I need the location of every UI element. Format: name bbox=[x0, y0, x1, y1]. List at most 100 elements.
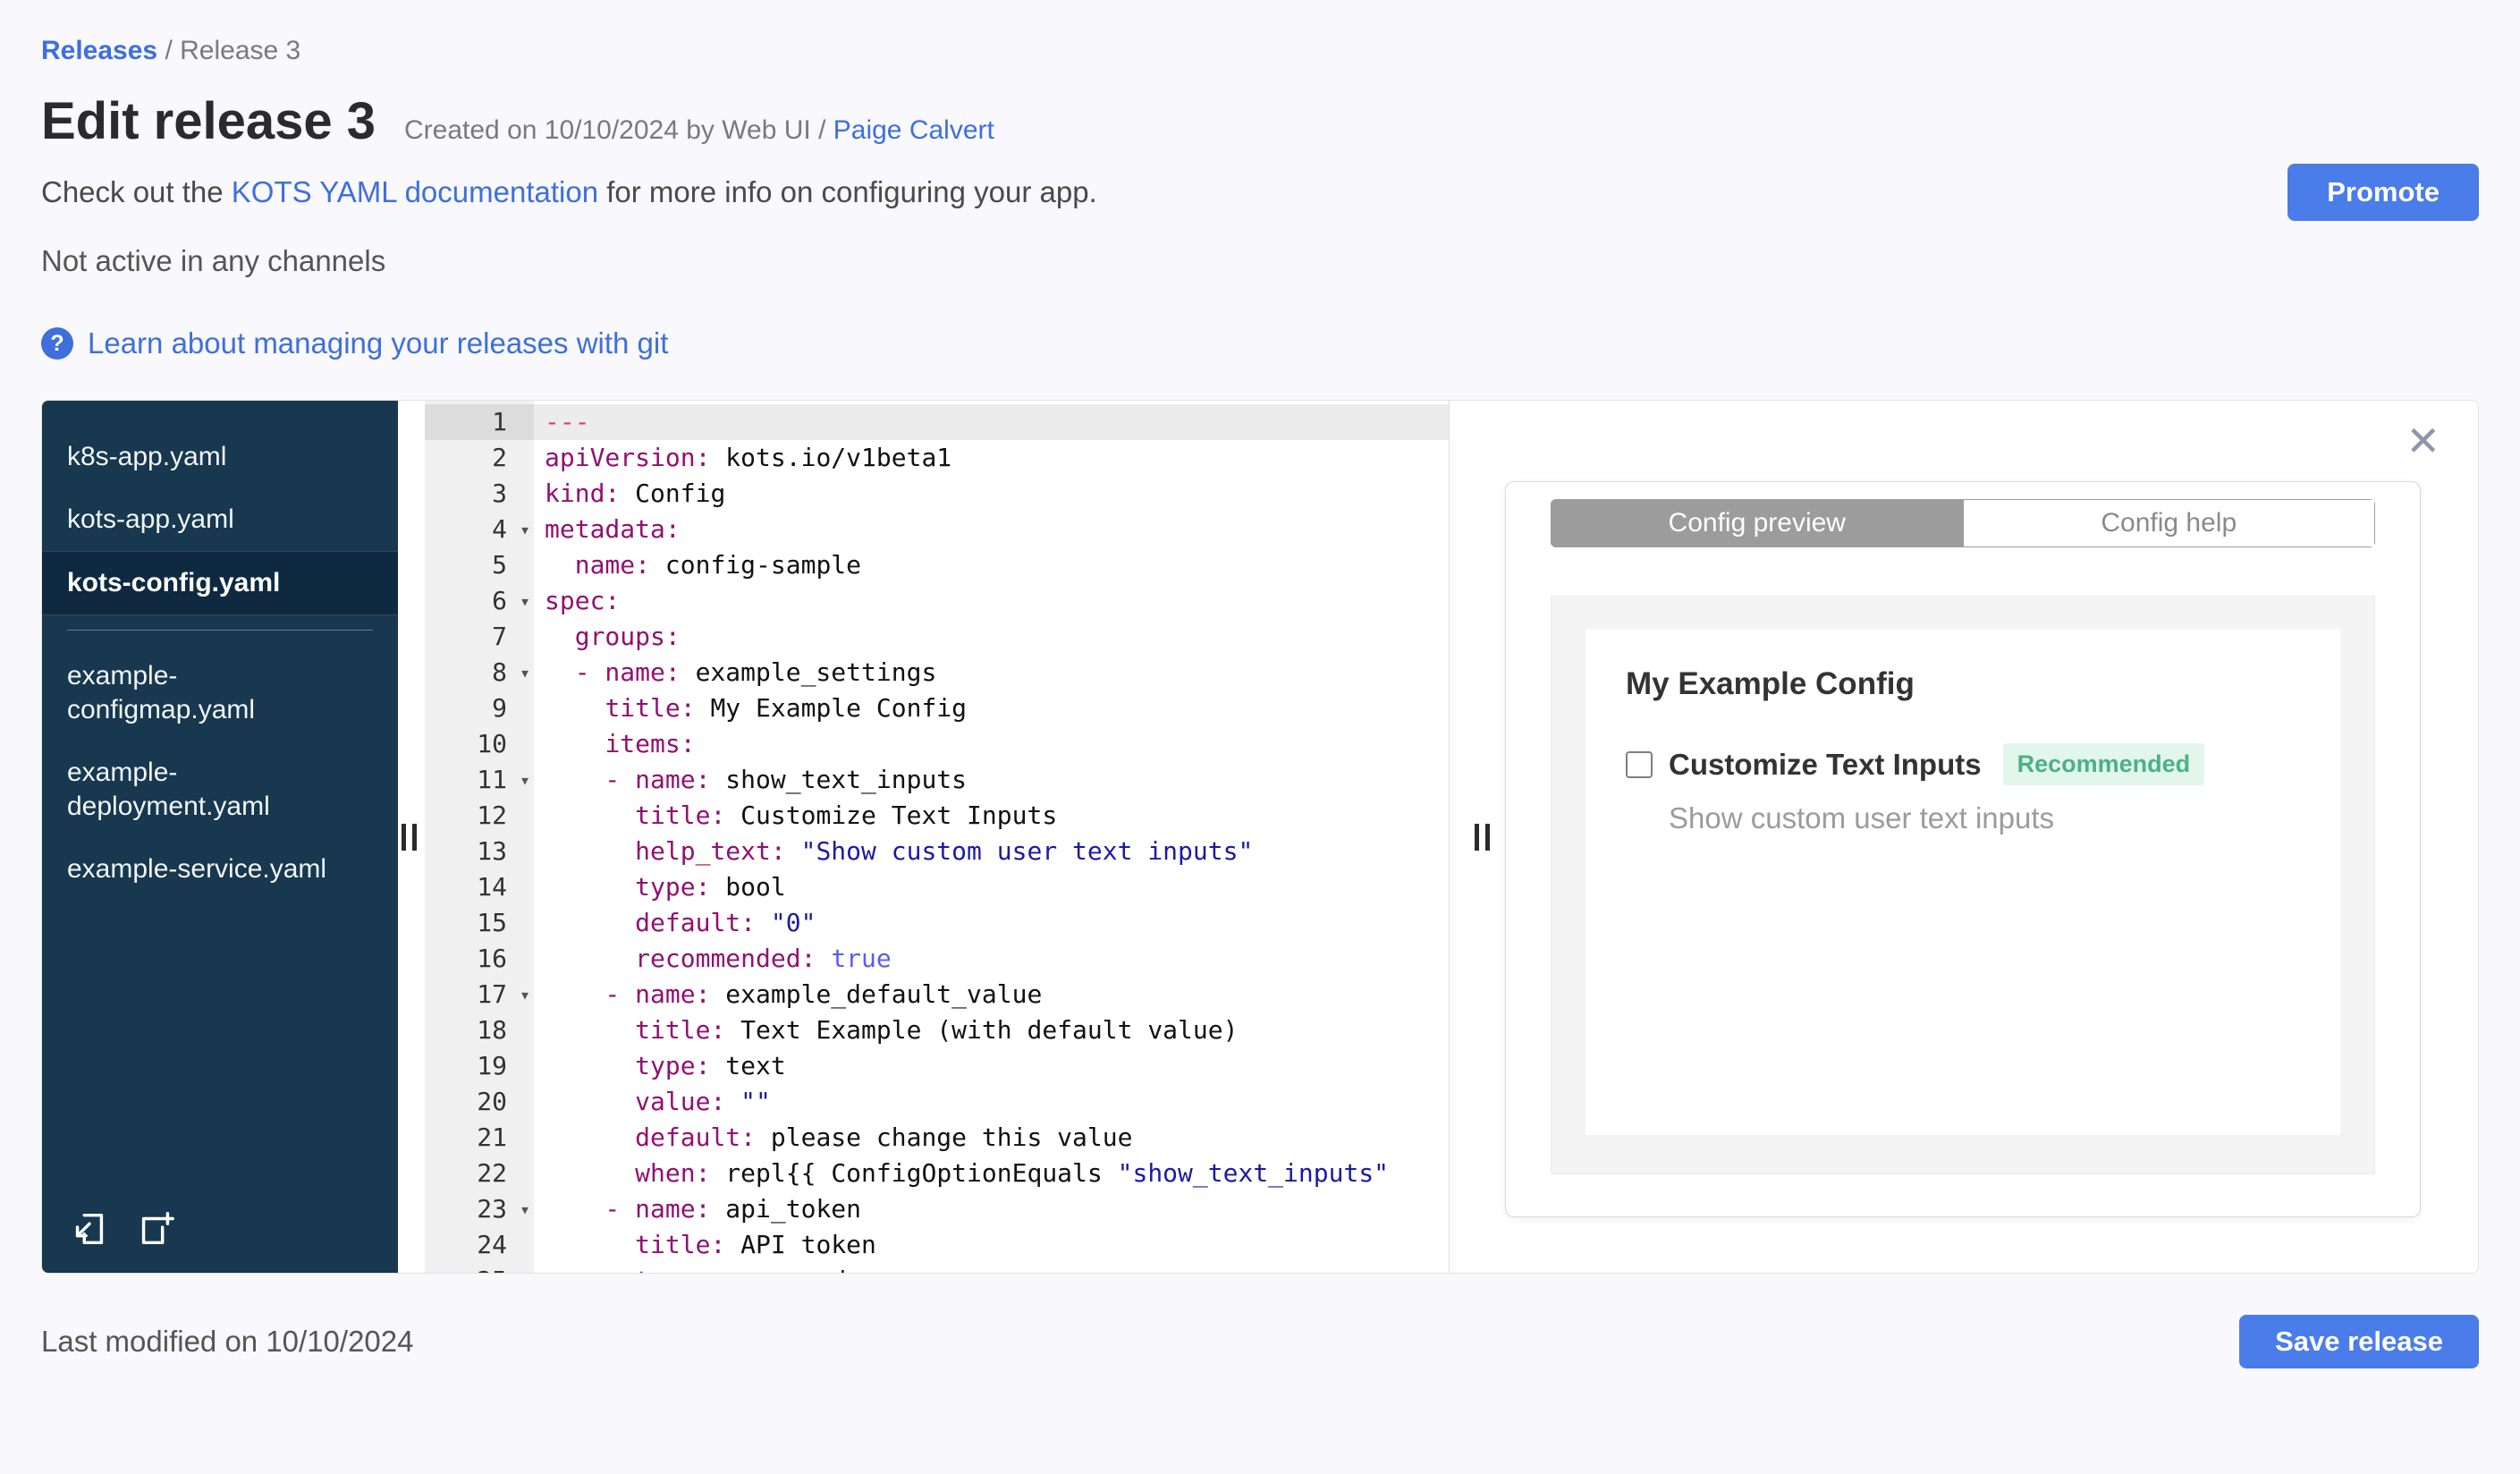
line-number: 11 ▾ bbox=[425, 762, 534, 798]
line-number: 7 bbox=[492, 622, 507, 651]
code-line: groups: bbox=[574, 622, 681, 651]
fold-arrow-icon[interactable]: ▾ bbox=[520, 655, 530, 690]
code-content: --- apiVersion: kots.io/v1beta1 kind: Conf… bbox=[534, 401, 1449, 1273]
last-modified-text: Last modified on 10/10/2024 bbox=[41, 1325, 414, 1358]
config-option-row: Customize Text Inputs Recommended bbox=[1626, 743, 2300, 785]
channel-status: Not active in any channels bbox=[41, 244, 386, 277]
config-checkbox[interactable] bbox=[1626, 750, 1653, 778]
breadcrumb-current: Release 3 bbox=[180, 36, 301, 65]
code-line: apiVersion: kots.io/v1beta1 bbox=[545, 443, 952, 472]
line-number: 14 bbox=[477, 872, 507, 902]
line-number: 22 bbox=[477, 1158, 507, 1188]
code-line: when: repl{{ ConfigOptionEquals "show_te… bbox=[635, 1158, 1390, 1188]
line-number: 23 ▾ bbox=[425, 1191, 534, 1227]
created-text: Created on 10/10/2024 by Web UI / bbox=[404, 115, 833, 145]
config-group-title: My Example Config bbox=[1626, 666, 1915, 701]
footer: Last modified on 10/10/2024 Save release bbox=[41, 1315, 2479, 1368]
yaml-code-editor[interactable]: 1 2 3 4 ▾ 5 6 ▾ 7 8 ▾ 9 10 11 ▾ 12 13 14 15 16 17 ▾ 18 19 20 21 22… bbox=[425, 401, 1450, 1273]
code-line: type: password bbox=[534, 1263, 1449, 1273]
preview-resize-handle[interactable] bbox=[1475, 823, 1490, 851]
line-number: 12 bbox=[477, 801, 507, 830]
title-row: Edit release 3 Created on 10/10/2024 by … bbox=[41, 91, 2479, 151]
docs-prefix: Check out the bbox=[41, 175, 232, 208]
line-number: 6 ▾ bbox=[425, 583, 534, 619]
code-line: title: My Example Config bbox=[605, 693, 968, 723]
close-icon[interactable]: ✕ bbox=[2406, 420, 2440, 462]
new-file-icon[interactable] bbox=[135, 1208, 176, 1250]
sidebar-file-example-service.yaml[interactable]: example-service.yaml bbox=[42, 838, 398, 901]
code-line: kind: Config bbox=[545, 479, 726, 508]
config-option-label: Customize Text Inputs bbox=[1669, 747, 1982, 781]
config-preview-card: Config preview Config help My Example Con… bbox=[1505, 481, 2421, 1217]
line-number: 21 bbox=[477, 1122, 507, 1152]
sidebar-file-example-configmap.yaml[interactable]: example-configmap.yaml bbox=[42, 645, 398, 741]
code-line: type: bool bbox=[635, 872, 786, 902]
sidebar-resize-handle[interactable] bbox=[402, 823, 417, 851]
breadcrumb-releases-link[interactable]: Releases bbox=[41, 36, 157, 65]
code-line: metadata: bbox=[545, 514, 681, 544]
line-number: 2 bbox=[492, 443, 507, 472]
line-number: 10 bbox=[477, 729, 507, 758]
line-number: 3 bbox=[492, 479, 507, 508]
code-line: default: please change this value bbox=[635, 1122, 1133, 1152]
config-preview-pane: ✕ Config preview Config help My Example C… bbox=[1505, 401, 2478, 1273]
line-number: 5 bbox=[492, 550, 507, 580]
promote-button[interactable]: Promote bbox=[2287, 164, 2479, 221]
file-list: k8s-app.yaml kots-app.yaml kots-config.yam… bbox=[42, 426, 398, 901]
code-line: - name: show_text_inputs bbox=[545, 765, 968, 794]
code-line: spec: bbox=[545, 586, 621, 615]
upload-file-icon[interactable] bbox=[69, 1208, 110, 1250]
line-number: 4 ▾ bbox=[425, 512, 534, 547]
docs-text: Check out the KOTS YAML documentation fo… bbox=[41, 175, 1097, 209]
recommended-badge: Recommended bbox=[2002, 743, 2205, 785]
author-link[interactable]: Paige Calvert bbox=[833, 115, 994, 145]
preview-tabs: Config preview Config help bbox=[1551, 499, 2375, 547]
code-line: value: "" bbox=[635, 1087, 771, 1116]
tab-config-preview[interactable]: Config preview bbox=[1551, 499, 1964, 547]
code-line: items: bbox=[605, 729, 696, 758]
save-release-button[interactable]: Save release bbox=[2239, 1315, 2479, 1368]
preview-config-form: My Example Config Customize Text Inputs … bbox=[1586, 629, 2340, 1135]
breadcrumb-separator: / bbox=[157, 36, 181, 65]
line-number: 9 bbox=[492, 693, 507, 723]
sidebar-file-kots-config.yaml[interactable]: kots-config.yaml bbox=[42, 551, 398, 615]
fold-arrow-icon[interactable]: ▾ bbox=[520, 1191, 530, 1227]
line-number: 1 bbox=[425, 404, 534, 440]
code-line: type: text bbox=[635, 1051, 786, 1080]
line-number: 20 bbox=[477, 1087, 507, 1116]
fold-arrow-icon[interactable]: ▾ bbox=[520, 762, 530, 798]
sidebar-file-example-deployment.yaml[interactable]: example-deployment.yaml bbox=[42, 741, 398, 838]
file-list-divider bbox=[67, 630, 373, 631]
docs-suffix: for more info on configuring your app. bbox=[598, 175, 1097, 208]
preview-render-area: My Example Config Customize Text Inputs … bbox=[1551, 596, 2375, 1174]
line-number: 25 bbox=[425, 1263, 534, 1273]
release-editor: k8s-app.yaml kots-app.yaml kots-config.yam… bbox=[41, 400, 2479, 1274]
fold-arrow-icon[interactable]: ▾ bbox=[520, 583, 530, 619]
line-number: 8 ▾ bbox=[425, 655, 534, 690]
git-help-label: Learn about managing your releases with … bbox=[88, 326, 669, 360]
code-line: default: "0" bbox=[635, 908, 816, 937]
breadcrumb: Releases / Release 3 bbox=[41, 36, 2479, 66]
created-info: Created on 10/10/2024 by Web UI / Paige … bbox=[404, 115, 994, 146]
line-number: 24 bbox=[477, 1230, 507, 1259]
sidebar-file-k8s-app.yaml[interactable]: k8s-app.yaml bbox=[42, 426, 398, 488]
code-line: title: API token bbox=[635, 1230, 876, 1259]
code-line: title: Text Example (with default value) bbox=[635, 1015, 1239, 1045]
code-line: - name: example_default_value bbox=[545, 979, 1043, 1009]
config-option-help: Show custom user text inputs bbox=[1669, 801, 2055, 834]
code-line: help_text: "Show custom user text inputs… bbox=[635, 836, 1254, 866]
kots-yaml-docs-link[interactable]: KOTS YAML documentation bbox=[232, 175, 598, 208]
info-row: Check out the KOTS YAML documentation fo… bbox=[41, 164, 2479, 221]
line-number: 15 bbox=[477, 908, 507, 937]
code-line: - name: example_settings bbox=[545, 657, 937, 687]
page: Releases / Release 3 Edit release 3 Crea… bbox=[0, 0, 2520, 1474]
sidebar-actions bbox=[69, 1208, 176, 1250]
line-number: 13 bbox=[477, 836, 507, 866]
page-title: Edit release 3 bbox=[41, 92, 376, 150]
git-help-link[interactable]: ? Learn about managing your releases wit… bbox=[41, 326, 668, 360]
tab-config-help[interactable]: Config help bbox=[1963, 499, 2375, 547]
code-line: title: Customize Text Inputs bbox=[635, 801, 1058, 830]
fold-arrow-icon[interactable]: ▾ bbox=[520, 512, 530, 547]
sidebar-file-kots-app.yaml[interactable]: kots-app.yaml bbox=[42, 488, 398, 551]
fold-arrow-icon[interactable]: ▾ bbox=[520, 977, 530, 1012]
